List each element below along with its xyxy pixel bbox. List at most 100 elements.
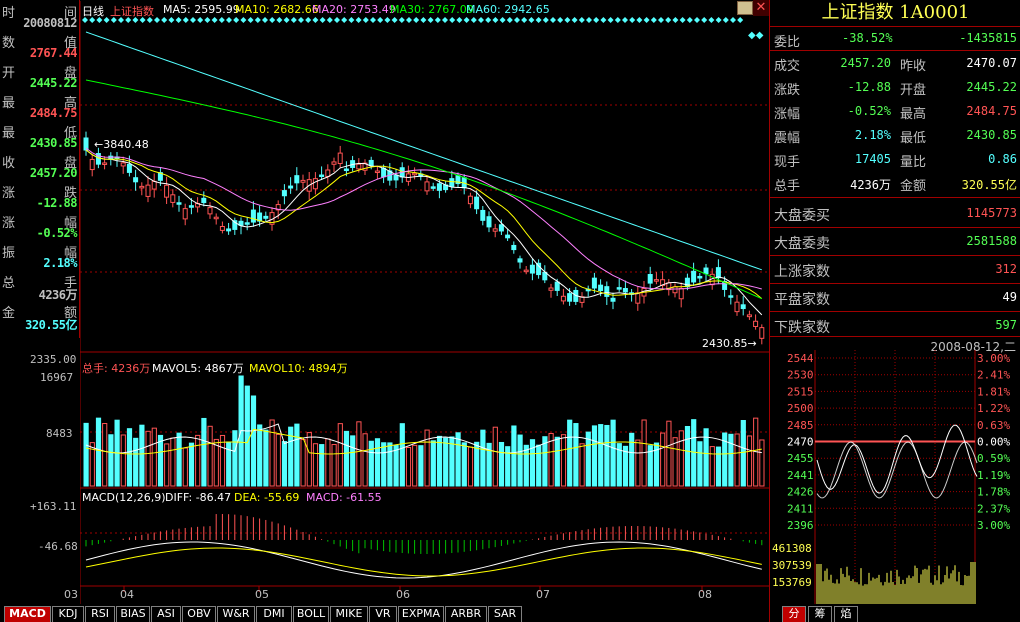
volume-bar xyxy=(492,426,498,487)
volume-bar xyxy=(709,446,715,487)
tab-bias[interactable]: BIAS xyxy=(116,606,150,622)
candle xyxy=(647,274,653,284)
main-chart[interactable]: ◆◆ xyxy=(80,0,769,604)
volume-bar xyxy=(306,432,312,487)
quote-value-5: 4236万 xyxy=(850,178,891,192)
tab-macd[interactable]: MACD xyxy=(4,606,51,622)
volume-bar xyxy=(629,432,635,487)
volume-bar xyxy=(195,434,201,487)
candle xyxy=(120,162,126,167)
quote-panel: 上证指数 1A0001 委比 -38.52% -1435815 成交 2457.2… xyxy=(769,0,1020,622)
volume-bar xyxy=(188,442,195,487)
ma20-label: MA20: 2753.49 xyxy=(312,3,396,16)
low-price-label: 2430.85→ xyxy=(702,337,757,350)
quote-label2-1: 开盘 xyxy=(900,83,927,98)
volume-bar xyxy=(573,423,579,487)
tab-mike[interactable]: MIKE xyxy=(330,606,368,622)
candle xyxy=(554,281,560,291)
market-label-1: 大盘委卖 xyxy=(774,236,830,252)
scale-toggle-icon[interactable] xyxy=(737,1,753,15)
candle xyxy=(548,287,554,291)
ma10-line xyxy=(85,149,763,299)
market-row-0: 大盘委买 1145773 xyxy=(770,200,1020,227)
candle xyxy=(498,224,504,232)
x-label-08: 08 xyxy=(698,588,712,601)
tab-vr[interactable]: VR xyxy=(369,606,397,622)
intraday-left-axis-3: 2500 xyxy=(787,402,814,415)
left-value-0: 20080812 xyxy=(23,16,77,30)
volume-bar xyxy=(529,439,536,487)
volume-bar xyxy=(604,424,610,487)
candle xyxy=(176,202,182,205)
left-label-4-a: 最 xyxy=(2,126,16,141)
right-tab-1[interactable]: 筹 xyxy=(808,606,832,622)
right-tab-2[interactable]: 焰 xyxy=(834,606,858,622)
market-value-1: 2581588 xyxy=(966,234,1017,248)
volume-bar xyxy=(697,441,703,487)
close-icon[interactable]: ✕ xyxy=(753,0,769,16)
tab-expma[interactable]: EXPMA xyxy=(398,606,444,622)
period-label: 日线 xyxy=(82,5,104,18)
volume-bar xyxy=(734,433,740,487)
quote-value-2: -0.52% xyxy=(847,104,891,118)
candle xyxy=(207,207,213,215)
candle xyxy=(635,292,641,304)
candle xyxy=(436,183,442,191)
ma10-label: MA10: 2682.66 xyxy=(235,3,319,16)
quote-label2-5: 金额 xyxy=(900,179,927,194)
volume-bar xyxy=(226,441,232,487)
volume-bar xyxy=(368,440,374,487)
volume-bar xyxy=(598,424,604,487)
candle xyxy=(263,215,269,219)
volume-bar xyxy=(294,423,300,487)
volume-bar xyxy=(133,437,139,487)
intraday-left-axis-1: 2530 xyxy=(787,369,814,382)
candle xyxy=(331,161,337,165)
tab-wr[interactable]: W&R xyxy=(217,606,255,622)
right-bottom-tabs: 分筹焰 xyxy=(770,604,1020,622)
market-value-2: 312 xyxy=(995,262,1017,276)
tab-rsi[interactable]: RSI xyxy=(85,606,115,622)
volume-bar xyxy=(759,439,765,487)
left-value-9: 4236万 xyxy=(38,288,78,302)
candle xyxy=(480,209,486,221)
right-tab-0[interactable]: 分 xyxy=(782,606,806,622)
left-label-9-a: 总 xyxy=(2,276,16,291)
volume-bar xyxy=(461,442,467,487)
candle xyxy=(325,169,331,177)
volume-bar xyxy=(95,417,102,487)
tab-dmi[interactable]: DMI xyxy=(256,606,292,622)
candle xyxy=(715,267,721,279)
x-label-05: 05 xyxy=(255,588,269,601)
tab-asi[interactable]: ASI xyxy=(151,606,181,622)
diff-line xyxy=(85,541,762,579)
tab-boll[interactable]: BOLL xyxy=(293,606,329,622)
candle xyxy=(126,163,132,173)
volume-bar xyxy=(170,437,176,487)
candle xyxy=(529,264,535,274)
candle xyxy=(151,180,157,190)
intraday-left-axis-4: 2485 xyxy=(787,419,814,432)
volume-bar xyxy=(151,427,157,487)
volume-total-label: 总手: 4236万 xyxy=(82,362,151,375)
intraday-left-axis-5: 2470 xyxy=(787,436,814,449)
volume-bar xyxy=(678,430,684,487)
tab-obv[interactable]: OBV xyxy=(182,606,216,622)
market-label-3: 平盘家数 xyxy=(774,292,830,308)
candle xyxy=(182,208,188,220)
tab-sar[interactable]: SAR xyxy=(488,606,522,622)
tab-arbr[interactable]: ARBR xyxy=(445,606,487,622)
volume-bar xyxy=(591,425,598,487)
tab-kdj[interactable]: KDJ xyxy=(52,606,84,622)
left-label-7-a: 涨 xyxy=(2,216,16,231)
candle xyxy=(486,216,492,228)
candle xyxy=(678,287,684,300)
volume-bar xyxy=(102,423,108,487)
candle xyxy=(474,196,480,210)
intraday-vol-axis-1: 307539 xyxy=(772,559,812,572)
intraday-chart[interactable]: 2544 3.00% 2530 2.41% 2515 1.81% 2500 1.22% 2485… xyxy=(770,350,1020,604)
high-price-label: ←3840.48 xyxy=(94,138,149,151)
market-label-4: 下跌家数 xyxy=(774,320,830,336)
price-axis-bottom-label: 2335.00 xyxy=(30,353,77,366)
volume-bar xyxy=(381,442,387,487)
